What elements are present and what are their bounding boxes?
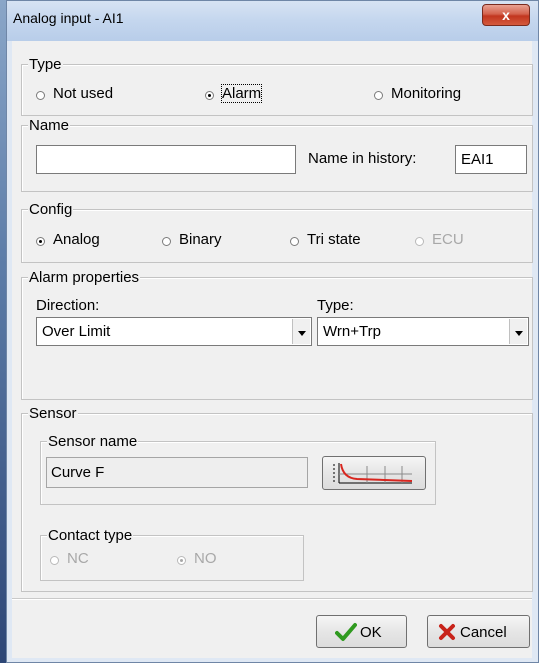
- contact-type-group: Contact type NC NO: [40, 527, 304, 581]
- radio-not-used-label[interactable]: Not used: [53, 85, 113, 102]
- radio-no-label[interactable]: NO: [194, 550, 217, 567]
- direction-label: Direction:: [36, 297, 100, 314]
- config-group-label: Config: [28, 201, 74, 218]
- contact-type-label: Contact type: [47, 527, 134, 544]
- dialog-window: Analog input - AI1 x Type Not used Alarm…: [6, 0, 539, 663]
- alarm-type-label: Type:: [317, 297, 354, 314]
- title-bar: Analog input - AI1 x: [7, 1, 538, 41]
- check-icon: [335, 623, 357, 641]
- radio-ecu[interactable]: [415, 237, 424, 246]
- radio-alarm[interactable]: [205, 91, 214, 100]
- cancel-button[interactable]: Cancel: [427, 615, 530, 648]
- sensor-name-label: Sensor name: [47, 433, 139, 450]
- name-group-label: Name: [28, 117, 71, 134]
- footer-separator-highlight: [12, 599, 532, 600]
- name-in-history-label: Name in history:: [308, 150, 417, 167]
- sensor-curve-button[interactable]: [322, 456, 426, 490]
- radio-nc[interactable]: [50, 556, 59, 565]
- alarm-properties-label: Alarm properties: [28, 269, 141, 286]
- direction-select-value: Over Limit: [42, 323, 111, 340]
- dialog-body: Type Not used Alarm Monitoring Name Name…: [12, 41, 533, 658]
- radio-binary-label[interactable]: Binary: [179, 231, 222, 248]
- radio-monitoring-label[interactable]: Monitoring: [391, 85, 461, 102]
- radio-ecu-label[interactable]: ECU: [432, 231, 464, 248]
- alarm-type-dropdown-arrow-icon[interactable]: [509, 319, 527, 344]
- type-group-label: Type: [28, 56, 63, 73]
- alarm-type-select[interactable]: Wrn+Trp: [317, 317, 529, 346]
- alarm-properties-group: Alarm properties Direction: Type: Over L…: [21, 269, 533, 400]
- sensor-group-label: Sensor: [28, 405, 78, 422]
- ok-button-label: OK: [360, 624, 382, 641]
- ok-button[interactable]: OK: [316, 615, 407, 648]
- alarm-type-select-value: Wrn+Trp: [323, 323, 381, 340]
- radio-tri-state-label[interactable]: Tri state: [307, 231, 361, 248]
- window-title: Analog input - AI1: [13, 10, 124, 26]
- radio-no[interactable]: [177, 556, 186, 565]
- radio-analog-label[interactable]: Analog: [53, 231, 100, 248]
- radio-analog[interactable]: [36, 237, 45, 246]
- config-group: Config Analog Binary Tri state ECU: [21, 201, 533, 263]
- sensor-name-field: Curve F: [46, 457, 308, 488]
- direction-dropdown-arrow-icon[interactable]: [292, 319, 310, 344]
- sensor-group: Sensor Sensor name Curve F Contact type …: [21, 405, 533, 592]
- radio-monitoring[interactable]: [374, 91, 383, 100]
- close-icon: x: [502, 7, 510, 23]
- radio-tri-state[interactable]: [290, 237, 299, 246]
- cancel-button-label: Cancel: [460, 624, 507, 641]
- radio-not-used[interactable]: [36, 91, 45, 100]
- name-input[interactable]: [36, 145, 296, 174]
- history-name-input[interactable]: EAI1: [455, 145, 527, 174]
- sensor-name-group: Sensor name Curve F: [40, 433, 436, 505]
- radio-binary[interactable]: [162, 237, 171, 246]
- name-group: Name Name in history: EAI1: [21, 117, 533, 192]
- radio-alarm-label[interactable]: Alarm: [220, 84, 263, 103]
- x-icon: [439, 624, 455, 640]
- radio-nc-label[interactable]: NC: [67, 550, 89, 567]
- type-group: Type Not used Alarm Monitoring: [21, 56, 533, 116]
- direction-select[interactable]: Over Limit: [36, 317, 312, 346]
- curve-chart-icon: [333, 463, 413, 484]
- close-button[interactable]: x: [482, 4, 530, 26]
